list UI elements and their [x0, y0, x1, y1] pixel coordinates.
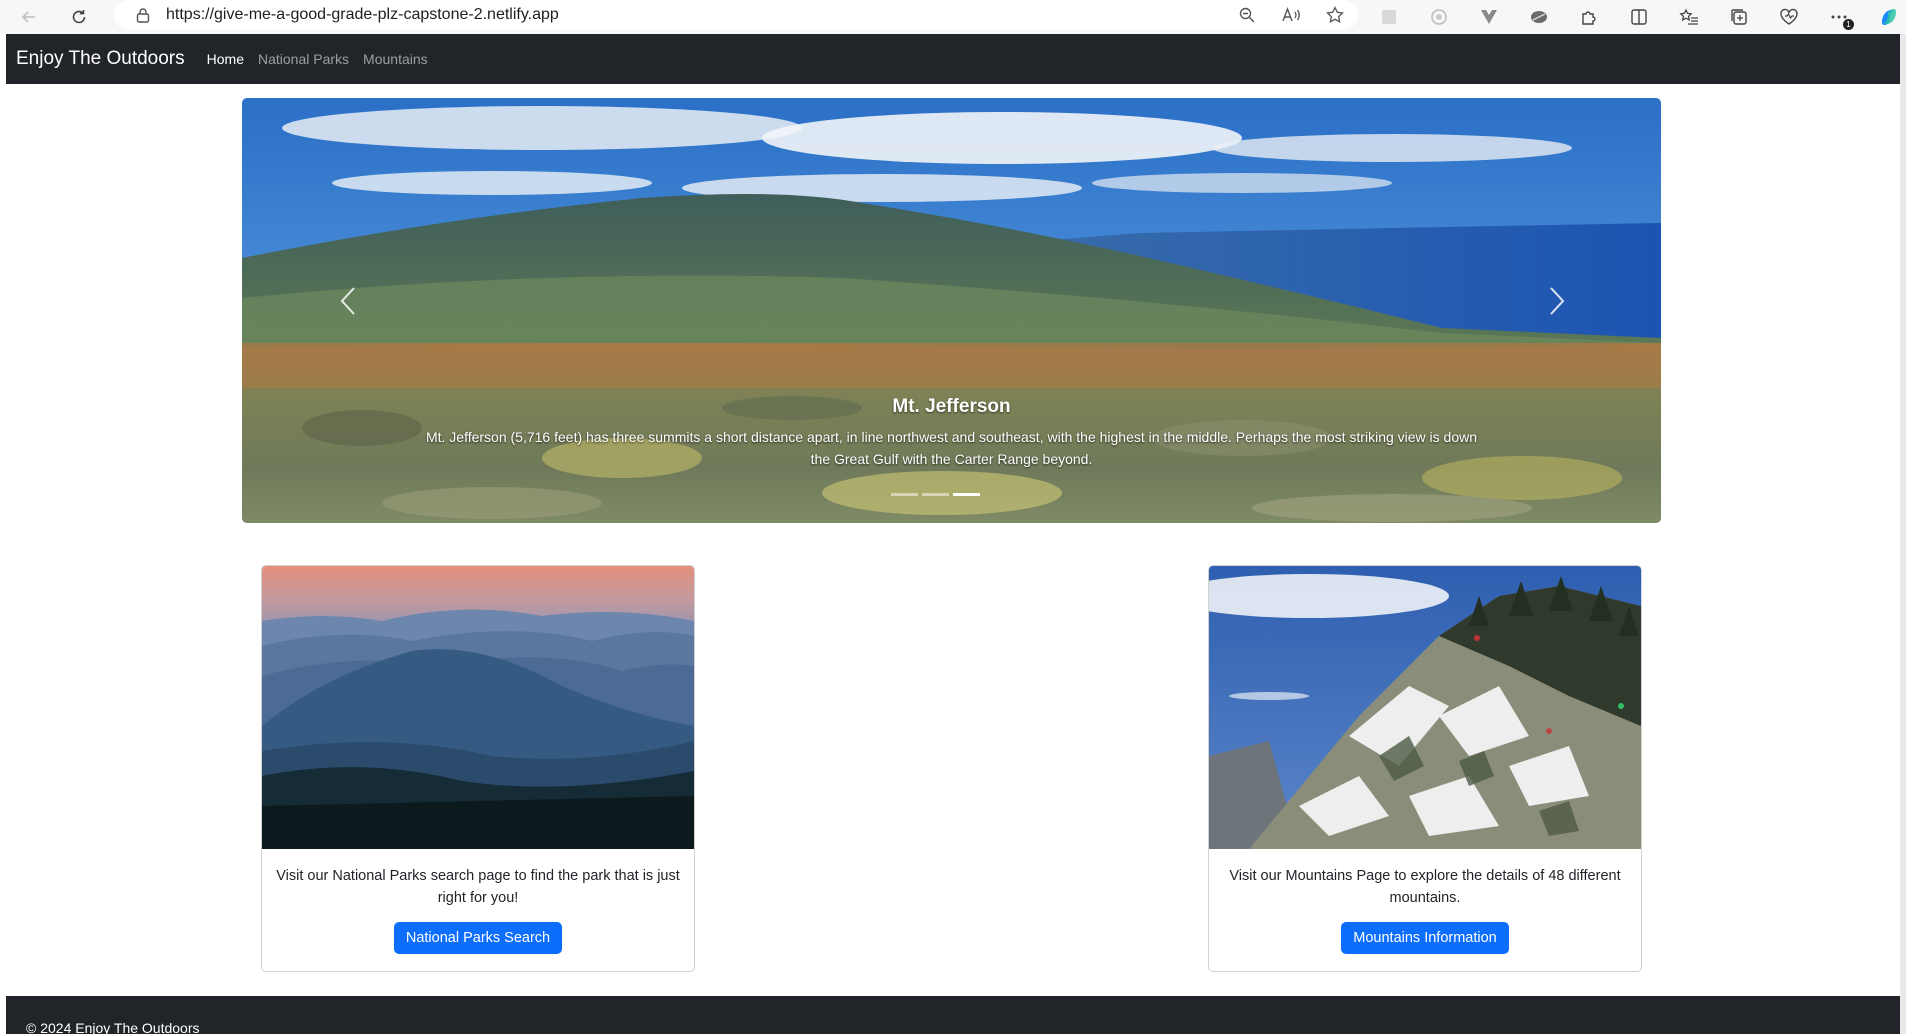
carousel-prev-button[interactable] [328, 281, 368, 321]
carousel-caption-title: Mt. Jefferson [892, 396, 1011, 417]
split-screen-icon[interactable] [1626, 4, 1652, 30]
back-button[interactable] [14, 2, 44, 32]
carousel-indicators [891, 493, 980, 496]
chevron-left-icon [340, 287, 355, 315]
reload-button[interactable] [64, 2, 94, 32]
extensions-puzzle-icon[interactable] [1576, 4, 1602, 30]
address-bar[interactable]: https://give-me-a-good-grade-plz-capston… [114, 0, 1358, 30]
lock-icon [132, 4, 154, 26]
hero-carousel: Mt. Jefferson Mt. Jefferson (5,716 feet)… [242, 98, 1661, 523]
carousel-indicator-active[interactable] [953, 493, 980, 496]
zoom-out-icon[interactable] [1236, 4, 1258, 26]
national-parks-card-text: Visit our National Parks search page to … [276, 868, 680, 906]
mountains-card: Visit our Mountains Page to explore the … [1208, 565, 1642, 972]
national-parks-card: Visit our National Parks search page to … [261, 565, 695, 972]
national-parks-search-button[interactable]: National Parks Search [393, 922, 563, 954]
extension-circle-icon[interactable] [1426, 4, 1452, 30]
nav-link-home[interactable]: Home [207, 51, 244, 67]
collections-icon[interactable] [1726, 4, 1752, 30]
browser-essentials-icon[interactable] [1776, 4, 1802, 30]
national-parks-card-image [262, 566, 694, 849]
extension-leaf-icon[interactable] [1526, 4, 1552, 30]
favorites-list-icon[interactable] [1676, 4, 1702, 30]
mountains-card-text: Visit our Mountains Page to explore the … [1229, 868, 1621, 906]
favorite-star-icon[interactable] [1324, 4, 1346, 26]
carousel-indicator[interactable] [922, 493, 949, 496]
site-footer: © 2024 Enjoy The Outdoors [6, 996, 1900, 1034]
more-options-icon[interactable]: 1 [1826, 4, 1854, 30]
read-aloud-icon[interactable] [1280, 4, 1302, 26]
reload-icon [72, 10, 86, 24]
copilot-icon[interactable] [1876, 4, 1902, 30]
mountains-information-button[interactable]: Mountains Information [1341, 922, 1509, 954]
site-navbar: Enjoy The Outdoors Home National Parks M… [6, 34, 1900, 84]
extension-square-icon[interactable] [1376, 4, 1402, 30]
vue-devtools-icon[interactable] [1476, 4, 1502, 30]
back-arrow-icon [21, 11, 35, 23]
footer-copyright: © 2024 Enjoy The Outdoors [26, 1020, 200, 1034]
carousel-indicator[interactable] [891, 493, 918, 496]
page-scrollbar[interactable] [1900, 34, 1906, 1034]
carousel-caption-text: Mt. Jefferson (5,716 feet) has three sum… [425, 429, 1478, 467]
notification-badge: 1 [1843, 19, 1854, 30]
nav-link-national-parks[interactable]: National Parks [258, 51, 349, 67]
carousel-caption: Mt. Jefferson Mt. Jefferson (5,716 feet)… [422, 396, 1481, 470]
browser-toolbar: https://give-me-a-good-grade-plz-capston… [0, 0, 1906, 34]
mountains-card-image [1209, 566, 1641, 849]
page-viewport: Enjoy The Outdoors Home National Parks M… [6, 34, 1900, 1034]
carousel-next-button[interactable] [1537, 281, 1577, 321]
nav-link-mountains[interactable]: Mountains [363, 51, 428, 67]
chevron-right-icon [1550, 287, 1565, 315]
navbar-brand[interactable]: Enjoy The Outdoors [16, 48, 185, 70]
url-text: https://give-me-a-good-grade-plz-capston… [166, 6, 559, 23]
